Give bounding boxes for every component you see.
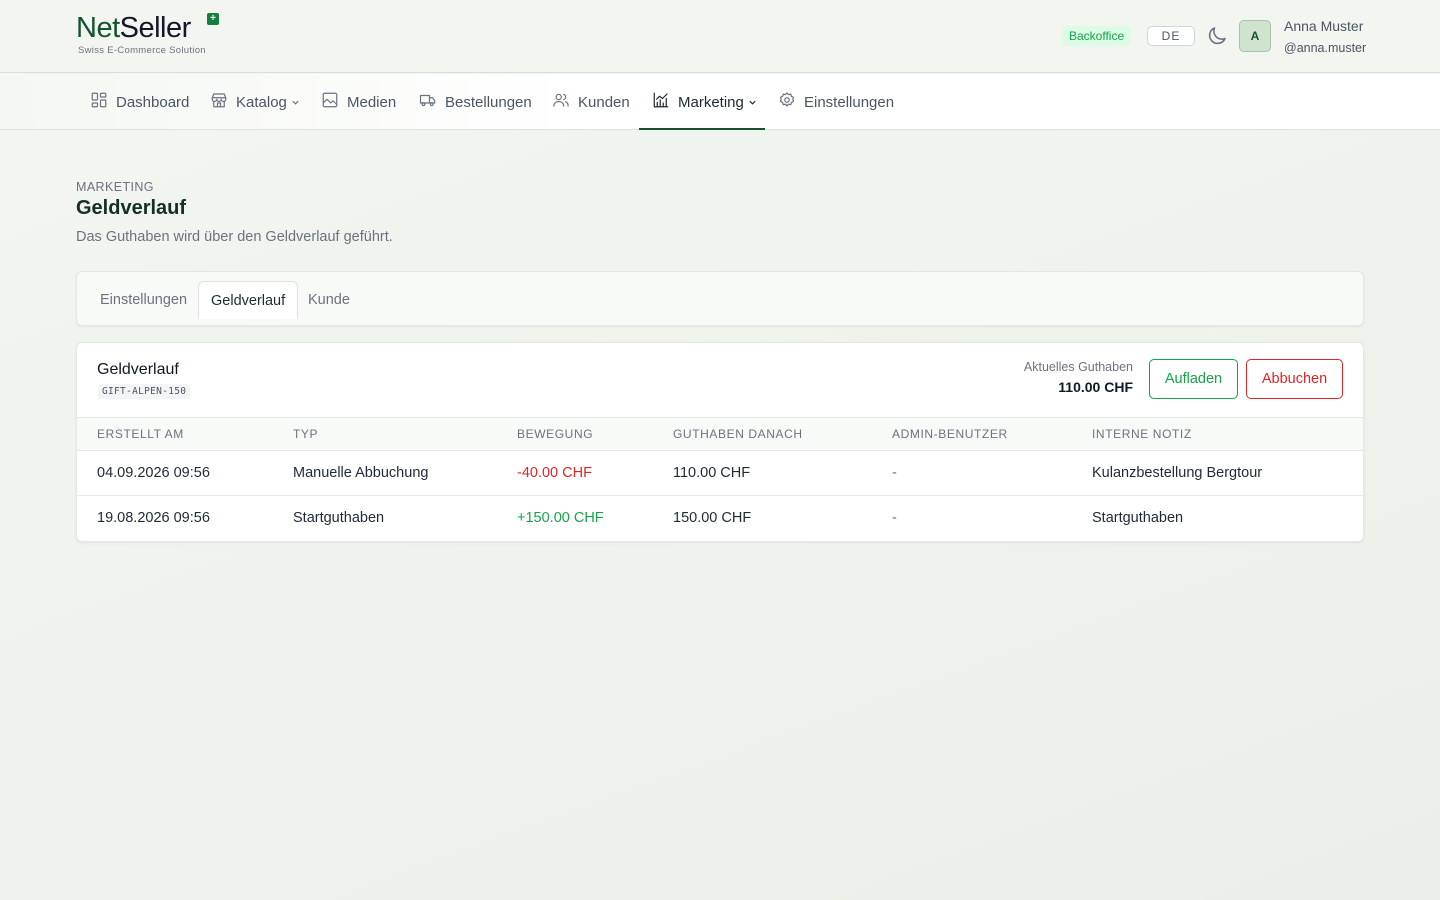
- moon-icon[interactable]: [1205, 24, 1229, 48]
- cell-type: Startguthaben: [293, 510, 385, 526]
- truck-icon: [419, 91, 437, 113]
- nav-item-bestellungen[interactable]: Bestellungen: [419, 74, 532, 130]
- backoffice-badge: Backoffice: [1062, 26, 1132, 46]
- chevron-down-icon: [292, 94, 300, 111]
- gear-icon: [778, 91, 796, 113]
- cell-created: 04.09.2026 09:56: [97, 465, 210, 481]
- tab-bar: Einstellungen Geldverlauf Kunde: [76, 271, 1364, 326]
- nav-label-medien: Medien: [347, 93, 397, 111]
- cell-admin: -: [892, 465, 897, 481]
- tab-einstellungen[interactable]: Einstellungen: [88, 281, 199, 319]
- netseller-logo[interactable]: NetSeller + Swiss E-Commerce Solution: [76, 12, 226, 58]
- balance-label: Aktuelles Guthaben: [1023, 360, 1133, 374]
- breadcrumb: MARKETING: [76, 180, 154, 194]
- active-nav-indicator: [639, 128, 765, 130]
- nav-label-katalog: Katalog: [236, 93, 287, 111]
- logo-wordmark: NetSeller: [76, 12, 191, 44]
- table-row: 19.08.2026 09:56 Startguthaben +150.00 C…: [77, 496, 1363, 541]
- column-header-type: TYP: [293, 427, 319, 441]
- card-title: Geldverlauf: [97, 361, 179, 378]
- logo-plus-icon: +: [207, 13, 219, 25]
- nav-item-dashboard[interactable]: Dashboard: [90, 74, 189, 130]
- column-header-created: ERSTELLT AM: [97, 427, 184, 441]
- logo-tagline: Swiss E-Commerce Solution: [78, 45, 206, 56]
- cell-created: 19.08.2026 09:56: [97, 510, 210, 526]
- nav-item-marketing[interactable]: Marketing: [652, 74, 757, 130]
- nav-label-bestellungen: Bestellungen: [445, 93, 532, 111]
- tab-kunde[interactable]: Kunde: [296, 281, 362, 319]
- debit-button[interactable]: Abbuchen: [1246, 359, 1343, 399]
- user-avatar[interactable]: A: [1239, 20, 1271, 52]
- users-icon: [552, 91, 570, 113]
- nav-item-kunden[interactable]: Kunden: [552, 74, 630, 130]
- table-row: 04.09.2026 09:56 Manuelle Abbuchung -40.…: [77, 451, 1363, 496]
- nav-item-katalog[interactable]: Katalog: [210, 74, 300, 130]
- nav-label-kunden: Kunden: [578, 93, 630, 111]
- gift-code-badge: GIFT-ALPEN-150: [98, 384, 191, 399]
- dashboard-icon: [90, 91, 108, 113]
- page-title: Geldverlauf: [76, 197, 187, 219]
- language-switcher[interactable]: DE: [1147, 26, 1195, 46]
- cell-balance-after: 150.00 CHF: [673, 510, 752, 526]
- column-header-movement: BEWEGUNG: [517, 427, 594, 441]
- column-header-admin: ADMIN-BENUTZER: [892, 427, 1008, 441]
- ledger-card: Geldverlauf GIFT-ALPEN-150 Aktuelles Gut…: [76, 342, 1364, 542]
- nav-item-medien[interactable]: Medien: [321, 74, 396, 130]
- table-header: ERSTELLT AM TYP BEWEGUNG GUTHABEN DANACH…: [77, 417, 1363, 451]
- chevron-down-icon: [749, 94, 757, 111]
- nav-label-marketing: Marketing: [678, 93, 744, 111]
- tab-geldverlauf[interactable]: Geldverlauf: [198, 281, 299, 319]
- cell-note: Startguthaben: [1092, 510, 1184, 526]
- cell-movement: +150.00 CHF: [517, 510, 604, 526]
- cell-note: Kulanzbestellung Bergtour: [1092, 465, 1263, 481]
- column-header-balance-after: GUTHABEN DANACH: [673, 427, 803, 441]
- image-icon: [321, 91, 339, 113]
- user-name[interactable]: Anna Muster: [1284, 18, 1363, 34]
- charge-button[interactable]: Aufladen: [1149, 359, 1238, 399]
- chart-icon: [652, 91, 670, 113]
- store-icon: [210, 91, 228, 113]
- nav-label-dashboard: Dashboard: [116, 93, 190, 111]
- nav-item-einstellungen[interactable]: Einstellungen: [778, 74, 894, 130]
- nav-label-einstellungen: Einstellungen: [804, 93, 895, 111]
- cell-balance-after: 110.00 CHF: [673, 465, 751, 481]
- top-header: NetSeller + Swiss E-Commerce Solution Ba…: [0, 0, 1440, 73]
- user-handle: @anna.muster: [1284, 41, 1367, 55]
- cell-movement: -40.00 CHF: [517, 465, 592, 481]
- main-navigation: Dashboard Katalog Medien Bestellungen Ku…: [0, 74, 1440, 130]
- page-subtitle: Das Guthaben wird über den Geldverlauf g…: [76, 229, 393, 245]
- column-header-note: INTERNE NOTIZ: [1092, 427, 1192, 441]
- balance-value: 110.00 CHF: [1058, 379, 1133, 395]
- cell-type: Manuelle Abbuchung: [293, 465, 429, 481]
- cell-admin: -: [892, 510, 897, 526]
